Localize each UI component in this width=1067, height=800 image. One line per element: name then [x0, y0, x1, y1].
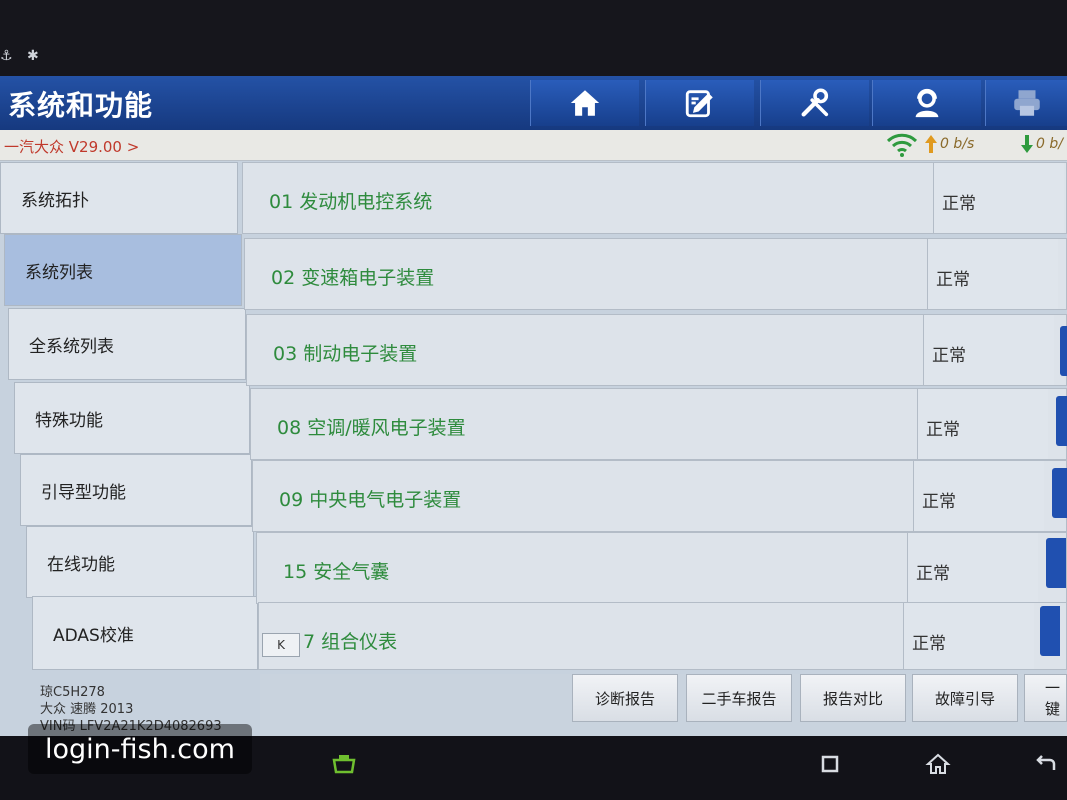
system-status: 正常 — [936, 270, 970, 290]
system-status-cell: 正常 — [903, 603, 1034, 669]
system-status-cell: 正常 — [917, 389, 1048, 459]
tools-button[interactable] — [760, 80, 869, 126]
home-button[interactable] — [530, 80, 639, 126]
row-action-button[interactable] — [1040, 606, 1060, 656]
usb-icon: ⚓ — [0, 48, 13, 64]
wifi-icon — [886, 133, 918, 157]
system-status: 正常 — [912, 634, 946, 654]
system-status: 正常 — [922, 492, 956, 512]
row-action-button[interactable] — [1052, 468, 1067, 518]
upload-speed: 0 b/s — [924, 134, 974, 154]
used-car-report-button[interactable]: 二手车报告 — [686, 674, 792, 722]
tools-icon — [801, 88, 829, 117]
system-status-cell: 正常 — [907, 533, 1038, 603]
vci-connector-icon[interactable] — [330, 750, 358, 778]
report-compare-button[interactable]: 报告对比 — [800, 674, 906, 722]
watermark: login-fish.com — [28, 724, 252, 774]
edit-report-button[interactable] — [645, 80, 754, 126]
sidebar-item-online-functions[interactable]: 在线功能 — [26, 526, 254, 598]
system-status: 正常 — [916, 564, 950, 584]
edit-report-icon — [685, 90, 713, 118]
system-row[interactable]: 09 中央电气电子装置 正常 — [252, 460, 1067, 532]
row-action-button[interactable] — [1056, 396, 1067, 446]
system-status-cell: 正常 — [933, 163, 1064, 233]
vehicle-plate: 琼C5H278 — [40, 685, 105, 700]
system-name: 08 空调/暖风电子装置 — [277, 417, 466, 439]
system-name: 7 组合仪表 — [303, 631, 398, 653]
download-speed: 0 b/ — [1020, 134, 1063, 154]
collapse-list-button[interactable]: K — [262, 633, 300, 657]
bottom-toolbar: 诊断报告 二手车报告 报告对比 故障引导 一键 — [260, 674, 1067, 736]
system-status: 正常 — [932, 346, 966, 366]
download-arrow-icon — [1021, 135, 1033, 153]
system-status-cell: 正常 — [923, 315, 1054, 385]
title-bar: 系统和功能 — [0, 76, 1067, 130]
system-status: 正常 — [942, 194, 976, 214]
recent-apps-icon[interactable] — [816, 750, 844, 778]
sidebar-item-full-system-list[interactable]: 全系统列表 — [8, 308, 246, 380]
sidebar-item-adas-calibration[interactable]: ADAS校准 — [32, 596, 258, 670]
home-icon — [570, 90, 600, 116]
info-bar: 一汽大众 V29.00 > 0 b/s 0 b/ — [0, 130, 1067, 161]
back-nav-icon[interactable] — [1032, 750, 1060, 778]
one-click-button[interactable]: 一键 — [1024, 674, 1067, 722]
system-row[interactable]: 7 组合仪表 正常 — [258, 602, 1067, 670]
system-name: 09 中央电气电子装置 — [279, 489, 462, 511]
upload-arrow-icon — [925, 135, 937, 153]
sidebar-item-special-functions[interactable]: 特殊功能 — [14, 382, 250, 454]
system-row[interactable]: 03 制动电子装置 正常 — [246, 314, 1067, 386]
android-status-icons: ⚓ ✱ — [0, 48, 49, 64]
diagnostic-report-button[interactable]: 诊断报告 — [572, 674, 678, 722]
system-name: 03 制动电子装置 — [273, 343, 418, 365]
row-action-button[interactable] — [1046, 538, 1066, 588]
system-status-cell: 正常 — [913, 461, 1044, 531]
print-icon — [1014, 90, 1040, 116]
fault-guide-button[interactable]: 故障引导 — [912, 674, 1018, 722]
system-name: 02 变速箱电子装置 — [271, 267, 435, 289]
page-title: 系统和功能 — [8, 89, 154, 122]
sidebar-item-topology[interactable]: 系统拓扑 — [0, 162, 238, 234]
system-name: 01 发动机电控系统 — [269, 191, 433, 213]
brand-version-link[interactable]: 一汽大众 V29.00 > — [4, 136, 139, 157]
system-row[interactable]: 02 变速箱电子装置 正常 — [244, 238, 1067, 310]
home-nav-icon[interactable] — [924, 750, 952, 778]
system-status-cell: 正常 — [927, 239, 1058, 309]
system-row[interactable]: 08 空调/暖风电子装置 正常 — [250, 388, 1067, 460]
row-action-button[interactable] — [1060, 326, 1067, 376]
bluetooth-icon: ✱ — [27, 48, 39, 64]
support-button[interactable] — [872, 80, 981, 126]
system-status: 正常 — [926, 420, 960, 440]
sidebar-item-guided-functions[interactable]: 引导型功能 — [20, 454, 252, 526]
system-row[interactable]: 01 发动机电控系统 正常 — [242, 162, 1067, 234]
sidebar: 系统拓扑 系统列表 全系统列表 特殊功能 引导型功能 在线功能 ADAS校准 — [0, 162, 258, 682]
vehicle-model: 大众 速腾 2013 — [40, 702, 134, 717]
system-name: 15 安全气囊 — [283, 561, 390, 583]
app-screen: 系统和功能 一汽大众 V29.00 > 0 b/s 0 b/ 系统拓扑 系统列表… — [0, 76, 1067, 736]
sidebar-item-system-list[interactable]: 系统列表 — [4, 234, 242, 306]
system-row[interactable]: 15 安全气囊 正常 — [256, 532, 1067, 604]
print-button[interactable] — [985, 80, 1067, 126]
support-person-icon — [915, 88, 939, 118]
